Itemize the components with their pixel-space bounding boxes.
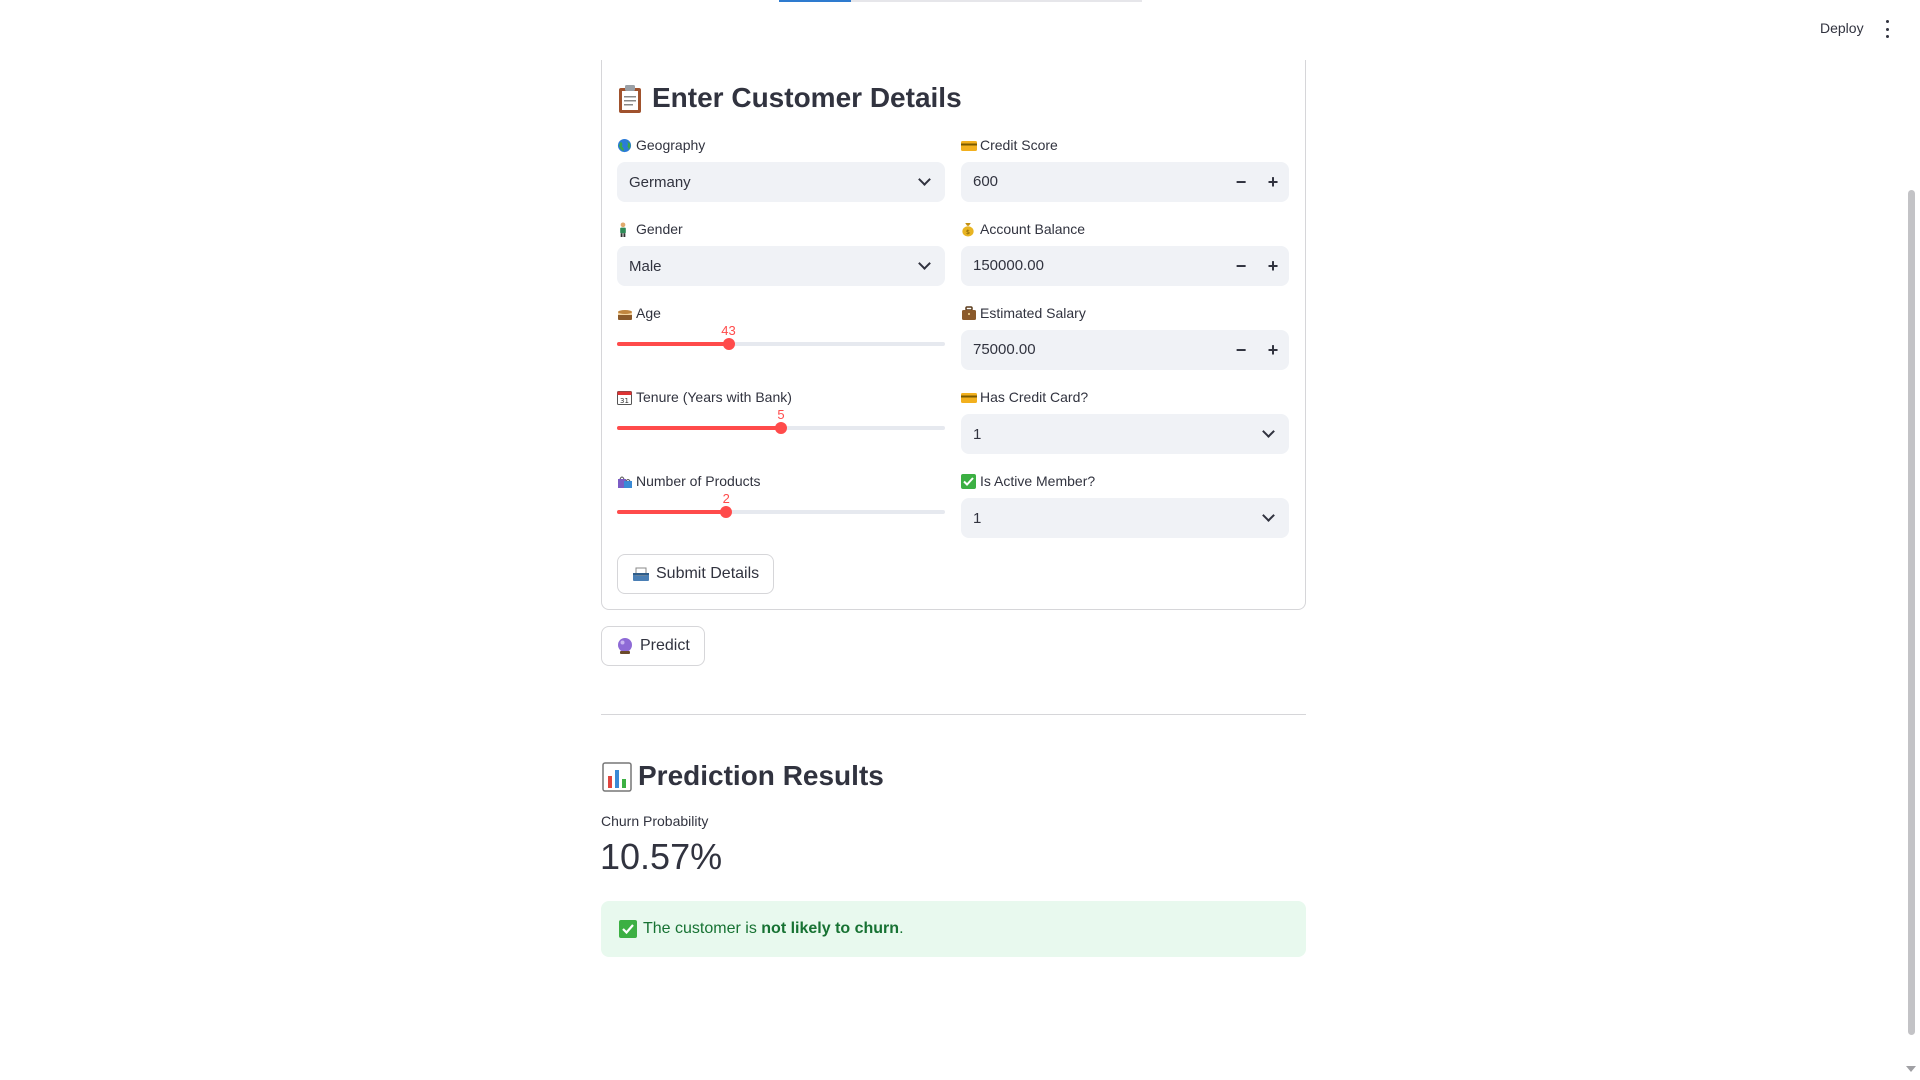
slider-value: 5 (777, 407, 785, 422)
gender-label: Gender (617, 221, 683, 237)
is-active-member-select[interactable]: 1 (961, 498, 1289, 538)
tab-strip (779, 0, 1142, 2)
age-label: Age (617, 305, 661, 321)
predict-button[interactable]: Predict (601, 626, 705, 666)
slider-value: 43 (721, 323, 736, 338)
money-bag-icon: $ (961, 222, 976, 237)
scroll-down-arrow-icon[interactable] (1906, 1066, 1916, 1072)
check-mark-icon (961, 473, 976, 489)
crystal-ball-icon (616, 637, 634, 655)
estimated-salary-label: Estimated Salary (961, 305, 1086, 321)
credit-score-label: Credit Score (961, 137, 1058, 153)
is-active-member-label: Is Active Member? (961, 473, 1095, 489)
bar-chart-icon (602, 762, 632, 792)
section-divider (601, 714, 1306, 715)
chevron-down-icon (1262, 509, 1275, 522)
credit-card-icon (961, 390, 977, 405)
slider-thumb[interactable] (775, 422, 787, 434)
success-alert: The customer is not likely to churn. (601, 901, 1306, 957)
check-mark-icon (619, 920, 637, 938)
credit-score-input[interactable]: 600 − + (961, 162, 1289, 202)
tenure-slider[interactable]: 5 (617, 407, 945, 437)
scrollbar-thumb[interactable] (1908, 190, 1915, 1035)
inbox-tray-icon (632, 566, 650, 582)
has-credit-card-label: Has Credit Card? (961, 389, 1088, 405)
shopping-bags-icon (617, 474, 632, 489)
gender-select[interactable]: Male (617, 246, 945, 286)
chevron-down-icon (918, 173, 931, 186)
estimated-salary-input[interactable]: 75000.00 − + (961, 330, 1289, 370)
account-balance-increment-button[interactable]: + (1257, 246, 1289, 286)
cake-icon (617, 306, 632, 321)
num-products-label: Number of Products (617, 473, 761, 489)
person-icon (617, 221, 632, 237)
chevron-down-icon (1262, 425, 1275, 438)
slider-fill (617, 342, 729, 346)
globe-icon (617, 138, 632, 153)
slider-value: 2 (722, 491, 730, 506)
age-slider[interactable]: 43 (617, 323, 945, 353)
alert-text: The customer is not likely to churn. (643, 920, 904, 937)
briefcase-icon (961, 305, 976, 321)
submit-details-button[interactable]: Submit Details (617, 554, 775, 594)
geography-select[interactable]: Germany (617, 162, 945, 202)
clipboard-icon (616, 84, 644, 113)
churn-probability-label: Churn Probability (601, 813, 709, 829)
slider-fill (617, 510, 727, 514)
geography-label: Geography (617, 137, 705, 153)
slider-thumb[interactable] (722, 338, 735, 350)
chevron-down-icon (918, 257, 931, 270)
account-balance-decrement-button[interactable]: − (1225, 246, 1257, 286)
results-title: Prediction Results (602, 760, 884, 792)
num-products-slider[interactable]: 2 (617, 491, 945, 521)
active-tab-indicator (779, 0, 851, 2)
slider-thumb[interactable] (720, 506, 733, 518)
has-credit-card-select[interactable]: 1 (961, 414, 1289, 454)
calendar-icon: 31 (617, 390, 632, 405)
deploy-button[interactable]: Deploy (1820, 20, 1864, 36)
svg-text:31: 31 (620, 397, 629, 405)
tenure-label: 31 Tenure (Years with Bank) (617, 389, 792, 405)
main-menu-icon[interactable] (1884, 20, 1890, 38)
account-balance-input[interactable]: 150000.00 − + (961, 246, 1289, 286)
account-balance-label: $ Account Balance (961, 221, 1085, 237)
estimated-salary-increment-button[interactable]: + (1257, 330, 1289, 370)
form-title: Enter Customer Details (616, 82, 962, 114)
credit-score-increment-button[interactable]: + (1257, 162, 1289, 202)
credit-score-decrement-button[interactable]: − (1225, 162, 1257, 202)
svg-text:$: $ (966, 228, 970, 236)
churn-probability-value: 10.57% (600, 836, 723, 877)
slider-fill (617, 426, 781, 430)
credit-card-icon (961, 138, 977, 153)
estimated-salary-decrement-button[interactable]: − (1225, 330, 1257, 370)
